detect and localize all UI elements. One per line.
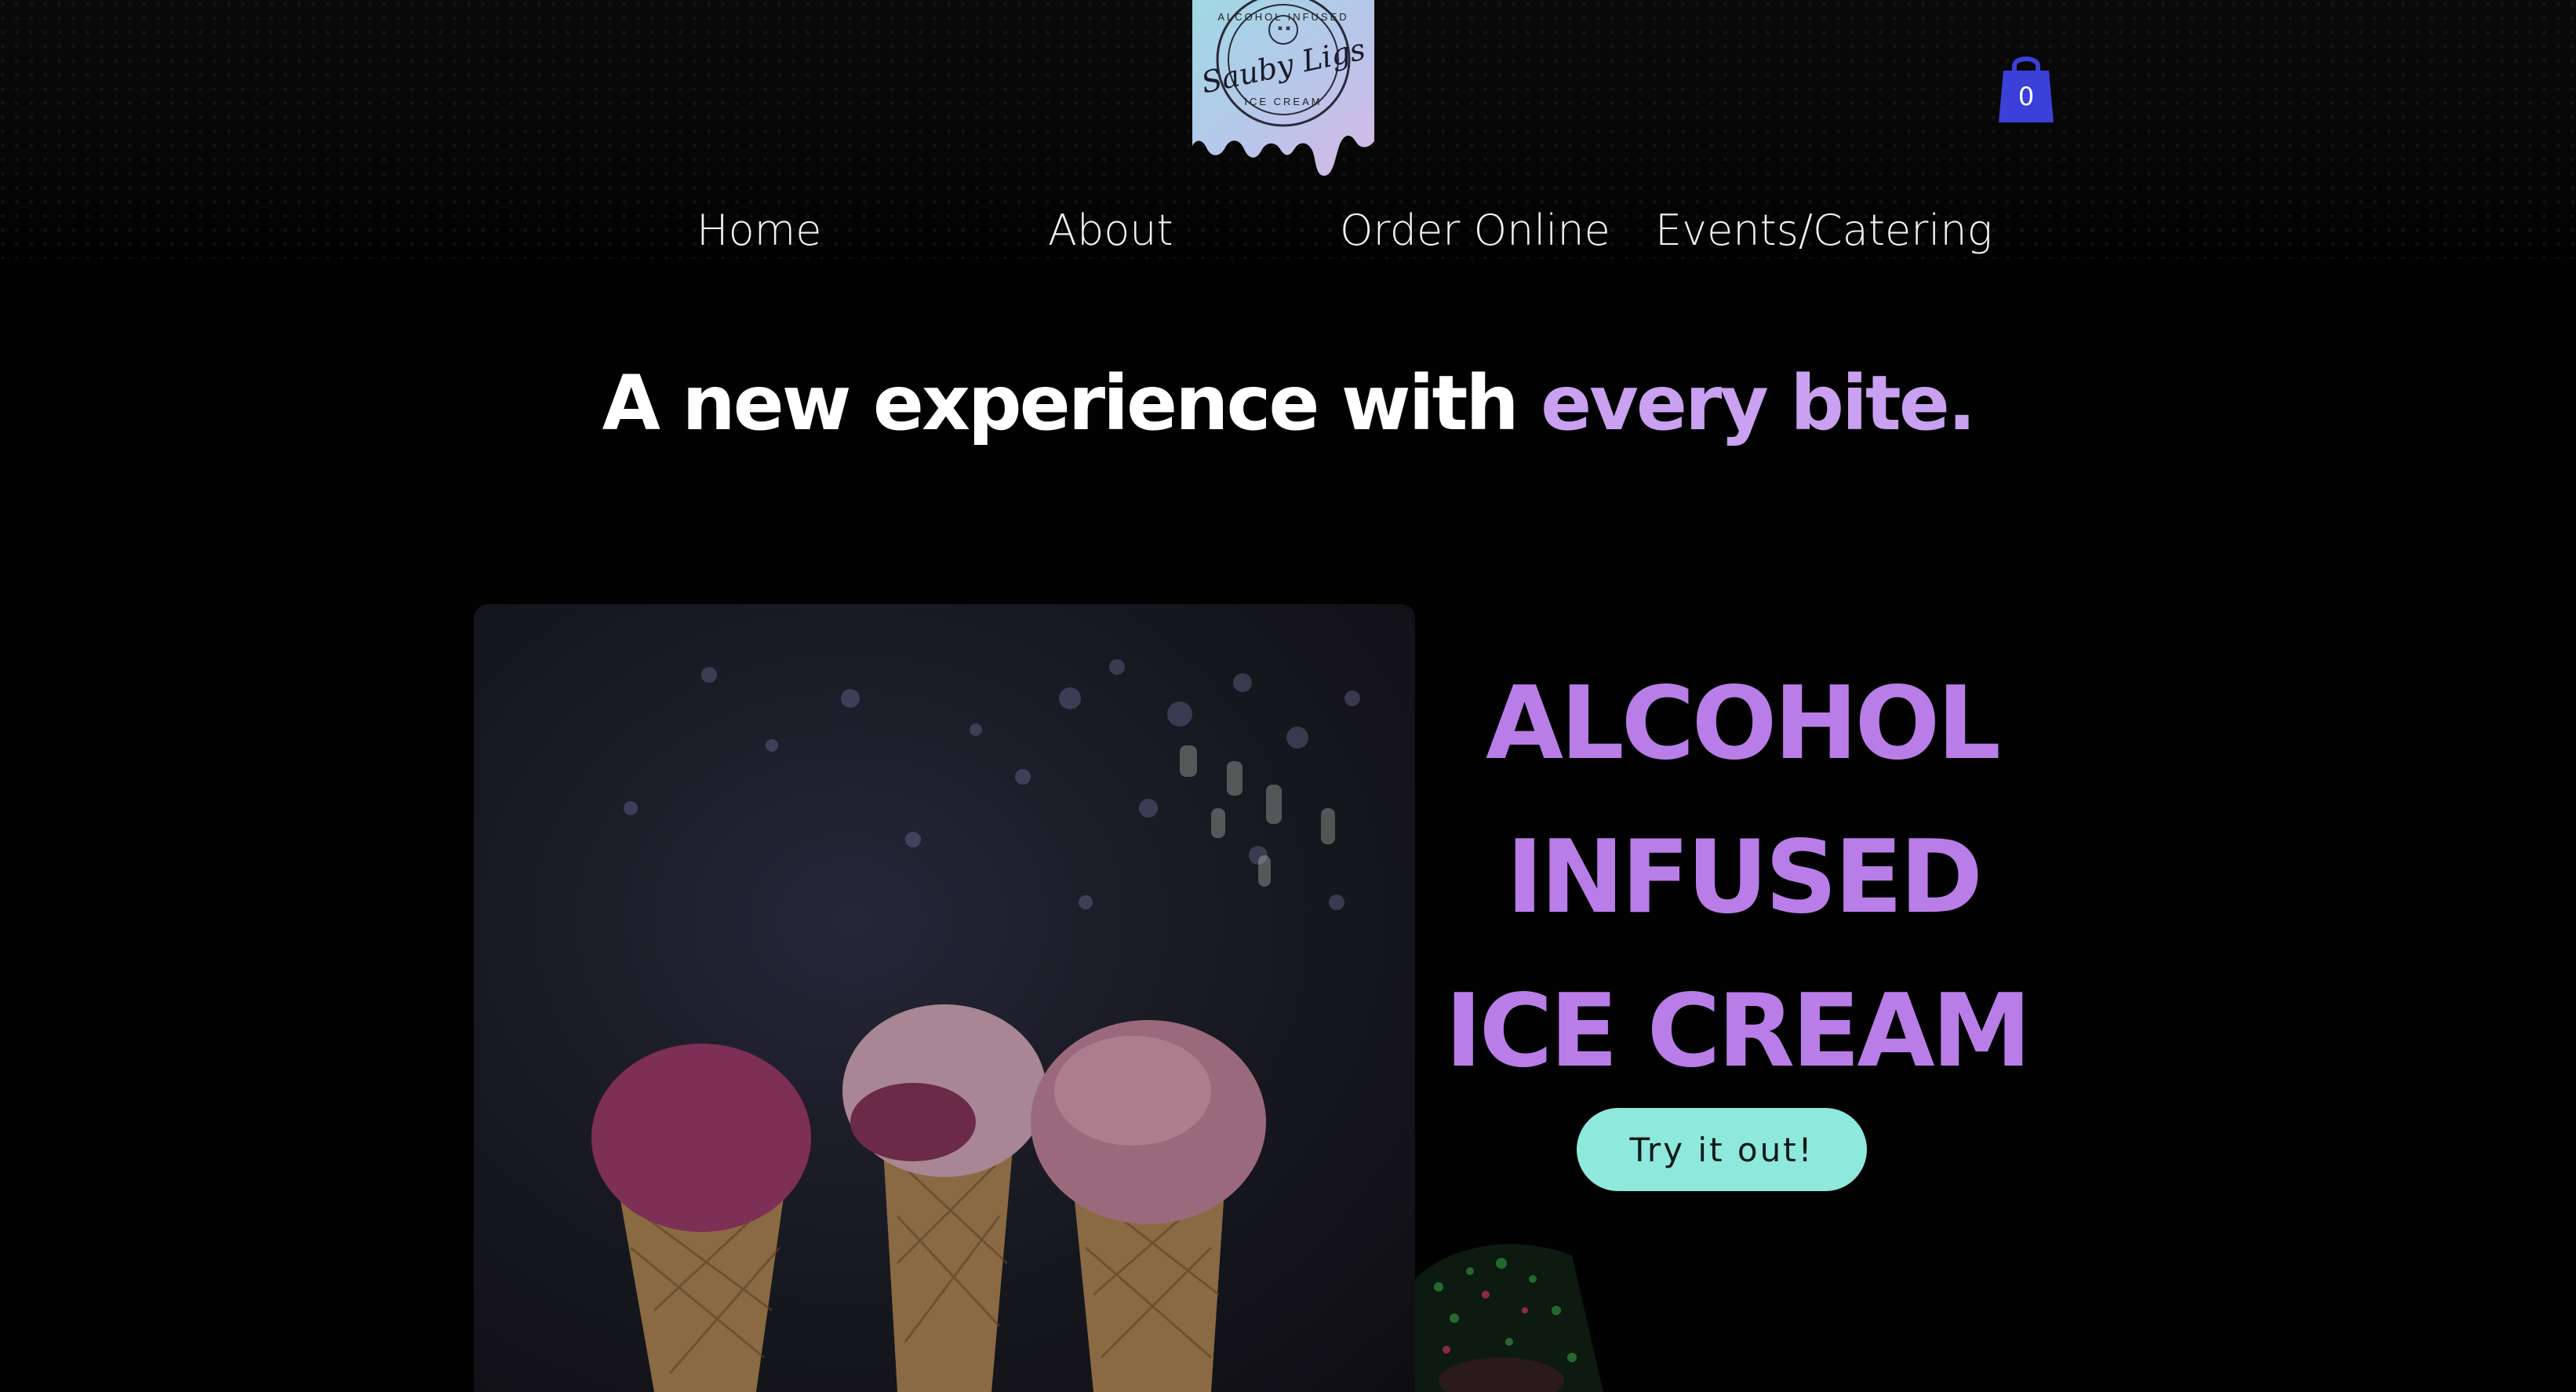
cart-button[interactable]: 0 — [1997, 50, 2055, 124]
headline-accent: every bite. — [1541, 359, 1976, 447]
nav-about[interactable]: About — [1048, 206, 1173, 255]
headline-main: A new experience with — [602, 359, 1541, 447]
nav-home[interactable]: Home — [697, 206, 821, 255]
logo-top-text: ALCOHOL INFUSED — [1217, 11, 1349, 23]
cart-count: 0 — [2018, 82, 2035, 111]
try-it-out-button[interactable]: Try it out! — [1577, 1108, 1867, 1191]
secondary-image — [1415, 1232, 1792, 1392]
nav-events-catering[interactable]: Events/Catering — [1655, 206, 1992, 255]
hero-line-alcohol: ALCOHOL — [1486, 665, 2001, 782]
ice-cream-cones-image — [474, 604, 1415, 1392]
hero-line-ice-cream: ICE CREAM — [1445, 973, 2032, 1090]
nav-order-online[interactable]: Order Online — [1340, 206, 1610, 255]
logo-bottom-text: ICE CREAM — [1244, 96, 1323, 107]
brand-logo[interactable]: ALCOHOL INFUSED Sauby Ligs ICE CREAM — [1192, 0, 1374, 177]
page: ALCOHOL INFUSED Sauby Ligs ICE CREAM 0 H… — [0, 0, 2576, 1392]
hero-headline: A new experience with every bite. — [0, 359, 2576, 447]
hero-line-infused: INFUSED — [1506, 819, 1983, 936]
